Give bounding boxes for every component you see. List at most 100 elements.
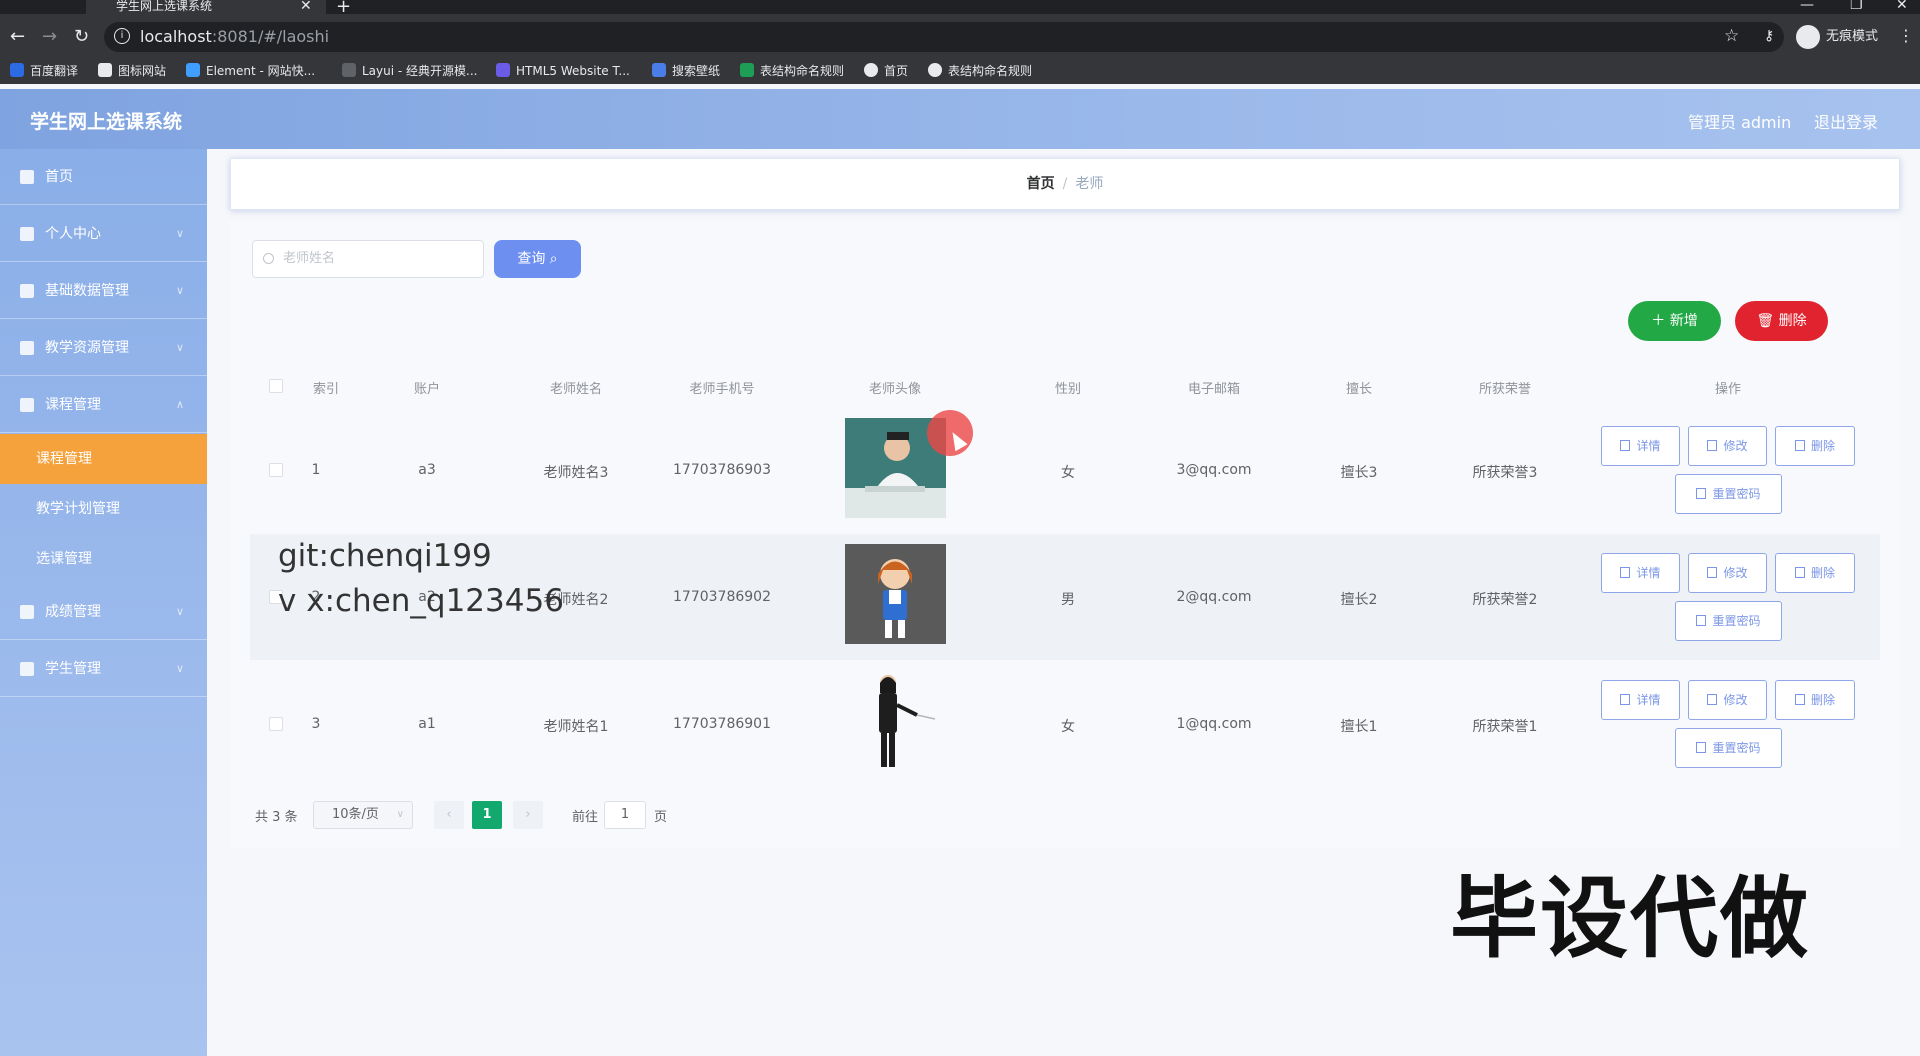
cell-skill: 擅长1 bbox=[1340, 719, 1378, 735]
watermark-text: v x:chen_q123456 bbox=[278, 583, 564, 619]
promo-text: 毕设代做 bbox=[1450, 867, 1811, 970]
cell-gender: 女 bbox=[1061, 465, 1075, 481]
tab-close-icon[interactable]: ✕ bbox=[300, 0, 312, 14]
search-input[interactable]: 老师姓名 bbox=[252, 240, 484, 278]
forward-icon[interactable]: → bbox=[42, 26, 57, 47]
cell-phone: 17703786902 bbox=[673, 589, 771, 605]
cell-account: a3 bbox=[418, 462, 436, 478]
globe-icon bbox=[864, 63, 878, 77]
goto-page-input[interactable]: 1 bbox=[604, 801, 646, 829]
cell-skill: 擅长3 bbox=[1340, 465, 1378, 481]
wallpaper-icon bbox=[652, 63, 666, 77]
student-icon bbox=[20, 662, 34, 676]
prev-page-button[interactable]: ‹ bbox=[434, 801, 464, 829]
sheet-icon bbox=[740, 63, 754, 77]
data-icon bbox=[20, 284, 34, 298]
cell-email: 2@qq.com bbox=[1176, 589, 1252, 605]
row-checkbox[interactable] bbox=[269, 717, 283, 731]
browser-menu-icon[interactable]: ⋮ bbox=[1898, 26, 1914, 45]
row-delete-button[interactable]: 删除 bbox=[1775, 680, 1855, 720]
col-header-skill: 擅长 bbox=[1345, 382, 1373, 397]
sidebar-item-courses[interactable]: 课程管理 ∧ bbox=[0, 377, 207, 433]
bookmark-item[interactable]: Element - 网站快... bbox=[186, 63, 315, 78]
bookmark-item[interactable]: 百度翻译 bbox=[10, 63, 78, 78]
bookmark-item[interactable]: 图标网站 bbox=[98, 63, 166, 78]
detail-button[interactable]: 详情 bbox=[1601, 553, 1680, 593]
reset-password-button[interactable]: 重置密码 bbox=[1675, 474, 1782, 514]
select-all-checkbox[interactable] bbox=[269, 379, 283, 393]
cell-email: 1@qq.com bbox=[1176, 716, 1252, 732]
bookmark-item[interactable]: 首页 bbox=[864, 63, 908, 78]
edit-button[interactable]: 修改 bbox=[1688, 553, 1767, 593]
detail-button[interactable]: 详情 bbox=[1601, 680, 1680, 720]
col-header-phone: 老师手机号 bbox=[689, 382, 755, 397]
page-number-button[interactable]: 1 bbox=[472, 801, 502, 829]
next-page-button[interactable]: › bbox=[513, 801, 543, 829]
watermark-text: git:chenqi199 bbox=[278, 538, 492, 574]
sidebar-item-resources[interactable]: 教学资源管理 ∨ bbox=[0, 320, 207, 376]
trash-icon bbox=[1794, 567, 1805, 578]
search-icon: ⌕ bbox=[549, 251, 558, 267]
goto-label: 前往 bbox=[572, 810, 599, 825]
browser-tab[interactable]: 学生网上选课系统 bbox=[86, 0, 326, 14]
sidebar-subitem-teaching-plan[interactable]: 教学计划管理 bbox=[0, 484, 207, 534]
app-title: 学生网上选课系统 bbox=[30, 111, 183, 133]
home-icon bbox=[20, 170, 34, 184]
incognito-icon bbox=[1796, 25, 1820, 49]
chevron-left-icon: ‹ bbox=[446, 807, 452, 822]
incognito-badge[interactable]: 无痕模式 bbox=[1796, 24, 1878, 50]
sidebar-item-home[interactable]: 首页 bbox=[0, 149, 207, 205]
document-icon bbox=[1696, 615, 1707, 626]
edit-button[interactable]: 修改 bbox=[1688, 426, 1767, 466]
minimize-icon[interactable]: — bbox=[1800, 0, 1814, 13]
bookmark-star-icon[interactable]: ☆ bbox=[1724, 26, 1739, 46]
bookmark-item[interactable]: HTML5 Website T... bbox=[496, 63, 630, 78]
chevron-up-icon: ∧ bbox=[176, 398, 185, 411]
bookmark-item[interactable]: 表结构命名规则 bbox=[928, 63, 1032, 78]
browser-tab-bar: 学生网上选课系统 ✕ + — ❐ ✕ bbox=[0, 0, 1920, 17]
sidebar-subitem-course-selection[interactable]: 选课管理 bbox=[0, 534, 207, 584]
maximize-icon[interactable]: ❐ bbox=[1850, 0, 1863, 13]
back-icon[interactable]: ← bbox=[10, 26, 25, 47]
cell-skill: 擅长2 bbox=[1340, 592, 1378, 608]
page-size-select[interactable]: 10条/页 ∨ bbox=[313, 801, 413, 829]
row-checkbox[interactable] bbox=[269, 463, 283, 477]
reset-password-button[interactable]: 重置密码 bbox=[1675, 601, 1782, 641]
edit-button[interactable]: 修改 bbox=[1688, 680, 1767, 720]
add-button[interactable]: ＋ 新增 bbox=[1628, 301, 1721, 341]
bookmark-item[interactable]: Layui - 经典开源模... bbox=[342, 63, 477, 78]
logout-link[interactable]: 退出登录 bbox=[1814, 109, 1878, 133]
detail-button[interactable]: 详情 bbox=[1601, 426, 1680, 466]
url-field[interactable]: localhost:8081/#/laoshi bbox=[104, 22, 1784, 52]
sidebar-item-profile[interactable]: 个人中心 ∨ bbox=[0, 206, 207, 262]
password-key-icon[interactable]: ⚷ bbox=[1764, 28, 1774, 44]
breadcrumb: 首页 / 老师 bbox=[230, 158, 1900, 210]
sidebar-item-grades[interactable]: 成绩管理 ∨ bbox=[0, 584, 207, 640]
row-delete-button[interactable]: 删除 bbox=[1775, 426, 1855, 466]
list-icon bbox=[20, 398, 34, 412]
row-delete-button[interactable]: 删除 bbox=[1775, 553, 1855, 593]
trash-icon: 🗑 bbox=[1756, 313, 1775, 329]
bookmark-item[interactable]: 表结构命名规则 bbox=[740, 63, 844, 78]
delete-button[interactable]: 🗑 删除 bbox=[1735, 301, 1828, 341]
url-path: :8081/#/laoshi bbox=[211, 27, 330, 46]
trash-icon bbox=[1794, 440, 1805, 451]
close-window-icon[interactable]: ✕ bbox=[1896, 0, 1908, 13]
query-button[interactable]: 查询 ⌕ bbox=[494, 240, 581, 278]
element-icon bbox=[186, 63, 200, 77]
teacher-avatar-image bbox=[845, 671, 946, 771]
reset-password-button[interactable]: 重置密码 bbox=[1675, 728, 1782, 768]
page-suffix: 页 bbox=[654, 810, 668, 825]
col-header-actions: 操作 bbox=[1714, 382, 1742, 397]
bookmark-item[interactable]: 搜索壁纸 bbox=[652, 63, 720, 78]
app-header: 学生网上选课系统 管理员 admin 退出登录 bbox=[0, 89, 1920, 149]
sidebar-item-basic-data[interactable]: 基础数据管理 ∨ bbox=[0, 263, 207, 319]
breadcrumb-home[interactable]: 首页 bbox=[1027, 176, 1055, 192]
cell-name: 老师姓名3 bbox=[543, 465, 609, 481]
reload-icon[interactable]: ↻ bbox=[74, 26, 89, 47]
chevron-down-icon: ∨ bbox=[176, 284, 185, 297]
site-info-icon[interactable]: i bbox=[114, 28, 130, 44]
sidebar-subitem-course-mgmt[interactable]: 课程管理 bbox=[0, 434, 207, 484]
sidebar-item-students[interactable]: 学生管理 ∨ bbox=[0, 641, 207, 697]
chevron-down-icon: ∨ bbox=[176, 227, 185, 240]
